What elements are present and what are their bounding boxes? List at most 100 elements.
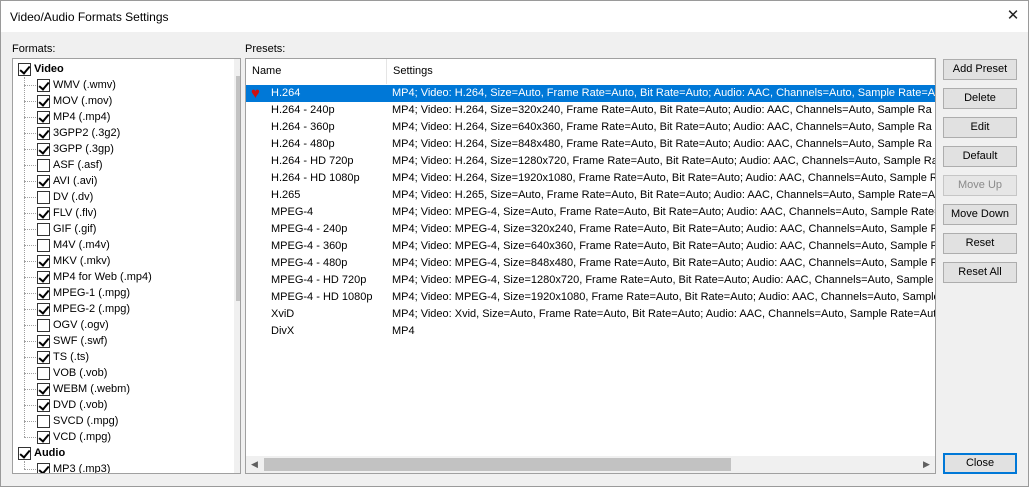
scroll-down-icon[interactable]: ▼ [234, 456, 240, 473]
preset-row[interactable]: H.264 - 240p MP4; Video: H.264, Size=320x… [246, 102, 935, 119]
format-item[interactable]: GIF (.gif) [13, 221, 223, 237]
reset-all-button[interactable]: Reset All [943, 262, 1017, 283]
format-checkbox[interactable] [37, 95, 50, 108]
format-checkbox[interactable] [37, 303, 50, 316]
format-checkbox[interactable] [37, 111, 50, 124]
preset-row[interactable]: DivX MP4 [246, 323, 935, 340]
format-group-audio[interactable]: Audio [13, 445, 223, 461]
edit-button[interactable]: Edit [943, 117, 1017, 138]
preset-row[interactable]: MPEG-4 - HD 720p MP4; Video: MPEG-4, Size… [246, 272, 935, 289]
format-checkbox[interactable] [37, 383, 50, 396]
tree-branch-line [24, 389, 36, 390]
formats-tree[interactable]: Video WMV (.wmv) MOV (.mov) MP4 (.mp4) 3GPP2… [12, 58, 241, 474]
preset-row[interactable]: MPEG-4 - HD 1080p MP4; Video: MPEG-4, Siz… [246, 289, 935, 306]
preset-row[interactable]: ♥ H.264 MP4; Video: H.264, Size=Auto, Fram… [246, 85, 935, 102]
format-item[interactable]: DVD (.vob) [13, 397, 223, 413]
format-item[interactable]: 3GPP (.3gp) [13, 141, 223, 157]
format-checkbox[interactable] [37, 207, 50, 220]
format-item[interactable]: MOV (.mov) [13, 93, 223, 109]
format-checkbox[interactable] [37, 271, 50, 284]
format-checkbox[interactable] [37, 239, 50, 252]
preset-row[interactable]: XviD MP4; Video: Xvid, Size=Auto, Frame R… [246, 306, 935, 323]
preset-row[interactable]: MPEG-4 MP4; Video: MPEG-4, Size=Auto, Fra… [246, 204, 935, 221]
delete-button[interactable]: Delete [943, 88, 1017, 109]
scroll-up-icon[interactable]: ▲ [234, 59, 240, 76]
preset-row[interactable]: MPEG-4 - 240p MP4; Video: MPEG-4, Size=32… [246, 221, 935, 238]
format-label: WMV (.wmv) [53, 79, 116, 91]
format-checkbox[interactable] [37, 79, 50, 92]
format-checkbox[interactable] [37, 351, 50, 364]
preset-row[interactable]: MPEG-4 - 480p MP4; Video: MPEG-4, Size=84… [246, 255, 935, 272]
column-header-name[interactable]: Name [246, 59, 387, 84]
format-checkbox[interactable] [37, 319, 50, 332]
move-down-button[interactable]: Move Down [943, 204, 1017, 225]
format-label: ASF (.asf) [53, 159, 103, 171]
format-item[interactable]: MP4 for Web (.mp4) [13, 269, 223, 285]
format-item[interactable]: VOB (.vob) [13, 365, 223, 381]
formats-vertical-scrollbar[interactable]: ▲ ▼ [234, 59, 240, 473]
format-checkbox[interactable] [37, 127, 50, 140]
format-checkbox[interactable] [37, 463, 50, 473]
format-checkbox[interactable] [37, 223, 50, 236]
presets-list[interactable]: Name Settings ♥ H.264 MP4; Video: H.264, S… [245, 58, 936, 474]
preset-row[interactable]: MPEG-4 - 360p MP4; Video: MPEG-4, Size=64… [246, 238, 935, 255]
preset-row[interactable]: H.264 - HD 720p MP4; Video: H.264, Size=1… [246, 153, 935, 170]
format-checkbox[interactable] [37, 415, 50, 428]
preset-row[interactable]: H.264 - 480p MP4; Video: H.264, Size=848x… [246, 136, 935, 153]
format-label: MPEG-1 (.mpg) [53, 287, 131, 299]
presets-horizontal-scrollbar[interactable]: ◀ ▶ [246, 456, 935, 473]
format-label: MOV (.mov) [53, 95, 113, 107]
add-preset-button[interactable]: Add Preset [943, 59, 1017, 80]
format-checkbox[interactable] [37, 367, 50, 380]
format-item[interactable]: MP4 (.mp4) [13, 109, 223, 125]
preset-name: MPEG-4 - 360p [271, 240, 348, 252]
format-checkbox[interactable] [37, 335, 50, 348]
tree-branch-line [24, 101, 36, 102]
format-item[interactable]: OGV (.ogv) [13, 317, 223, 333]
format-item[interactable]: DV (.dv) [13, 189, 223, 205]
format-item[interactable]: 3GPP2 (.3g2) [13, 125, 223, 141]
presets-label: Presets: [245, 43, 286, 55]
heart-icon: ♥ [251, 85, 260, 102]
close-button[interactable]: Close [943, 453, 1017, 474]
group-checkbox[interactable] [18, 63, 31, 76]
format-checkbox[interactable] [37, 143, 50, 156]
default-button[interactable]: Default [943, 146, 1017, 167]
format-item[interactable]: VCD (.mpg) [13, 429, 223, 445]
group-checkbox[interactable] [18, 447, 31, 460]
format-item[interactable]: MPEG-2 (.mpg) [13, 301, 223, 317]
format-checkbox[interactable] [37, 399, 50, 412]
preset-row[interactable]: H.264 - 360p MP4; Video: H.264, Size=640x… [246, 119, 935, 136]
move-up-button[interactable]: Move Up [943, 175, 1017, 196]
format-checkbox[interactable] [37, 255, 50, 268]
preset-row[interactable]: H.264 - HD 1080p MP4; Video: H.264, Size=… [246, 170, 935, 187]
format-checkbox[interactable] [37, 175, 50, 188]
close-window-icon[interactable]: ✕ [998, 1, 1028, 31]
format-item[interactable]: AVI (.avi) [13, 173, 223, 189]
reset-button[interactable]: Reset [943, 233, 1017, 254]
format-item[interactable]: FLV (.flv) [13, 205, 223, 221]
scroll-right-icon[interactable]: ▶ [918, 456, 935, 473]
format-checkbox[interactable] [37, 287, 50, 300]
format-label: DVD (.vob) [53, 399, 108, 411]
format-checkbox[interactable] [37, 159, 50, 172]
format-checkbox[interactable] [37, 431, 50, 444]
format-item[interactable]: MKV (.mkv) [13, 253, 223, 269]
format-item[interactable]: SVCD (.mpg) [13, 413, 223, 429]
format-item[interactable]: M4V (.m4v) [13, 237, 223, 253]
preset-row[interactable]: H.265 MP4; Video: H.265, Size=Auto, Frame… [246, 187, 935, 204]
format-group-video[interactable]: Video [13, 61, 223, 77]
column-header-settings[interactable]: Settings [387, 59, 935, 84]
scroll-left-icon[interactable]: ◀ [246, 456, 263, 473]
format-checkbox[interactable] [37, 191, 50, 204]
formats-scroll-thumb[interactable] [236, 76, 240, 301]
format-item[interactable]: ASF (.asf) [13, 157, 223, 173]
format-label: 3GPP (.3gp) [53, 143, 114, 155]
format-item[interactable]: MPEG-1 (.mpg) [13, 285, 223, 301]
format-item[interactable]: TS (.ts) [13, 349, 223, 365]
format-item[interactable]: MP3 (.mp3) [13, 461, 223, 473]
format-item[interactable]: SWF (.swf) [13, 333, 223, 349]
format-item[interactable]: WEBM (.webm) [13, 381, 223, 397]
format-item[interactable]: WMV (.wmv) [13, 77, 223, 93]
presets-scroll-thumb[interactable] [264, 458, 731, 471]
